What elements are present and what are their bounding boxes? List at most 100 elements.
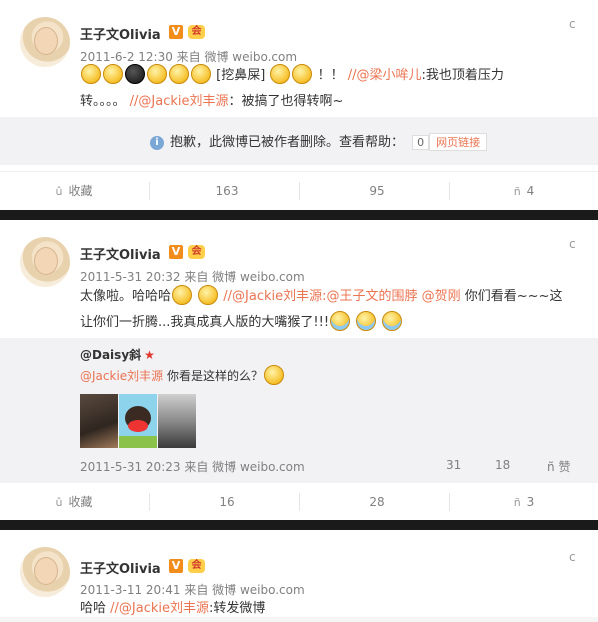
repost-stat-label: 赞 [558, 460, 571, 474]
comment-button[interactable]: 28 [300, 483, 448, 521]
deleted-notice: i 抱歉，此微博已被作者删除。查看帮助： 0 网页链接 [0, 117, 598, 165]
photo-thumbnail-2[interactable] [119, 394, 157, 448]
post-text-segment: ：被搞了也得转啊~ [228, 94, 344, 109]
emoticon-icon [198, 285, 219, 305]
emoticon-text: [挖鼻屎] [216, 68, 266, 83]
help-count: 0 [412, 135, 430, 150]
repost-meta[interactable]: 2011-5-31 20:23 来自 微博 weibo.com [80, 458, 305, 475]
avatar[interactable] [20, 547, 70, 597]
repost-user[interactable]: @Daisy斜 ★ [80, 346, 155, 363]
post-text: [挖鼻屎] ！！ //@梁小哞儿:我也顶着压力 转。。。。 //@Jackie刘… [80, 63, 580, 115]
chevron-down-icon[interactable]: c [569, 550, 576, 564]
avatar-face [34, 27, 58, 55]
post-text-segment: 让你们一折腾...我真成真人版的大嘴猴了!!! [80, 315, 330, 330]
emoticon-icon [264, 365, 284, 385]
post-text-segment: :我也顶着压力 [421, 68, 504, 83]
favorite-button[interactable]: û 收藏 [0, 172, 148, 210]
post-text-line-1: [挖鼻屎] ！！ //@梁小哞儿:我也顶着压力 [80, 63, 580, 89]
photo-thumbnail-1[interactable] [80, 394, 118, 448]
photo-thumbnail-3[interactable] [158, 394, 196, 448]
repost-user-name[interactable]: @Daisy斜 [80, 348, 141, 362]
repost-count: 163 [215, 184, 239, 198]
post-text-segment: 转。。。。 [80, 94, 130, 109]
avatar[interactable] [20, 237, 70, 287]
avatar[interactable] [20, 17, 70, 67]
comment-button[interactable]: 95 [300, 172, 448, 210]
user-name[interactable]: 王子文Olivia [80, 558, 161, 577]
favorite-icon: û [55, 496, 63, 509]
mention-link[interactable]: @Jackie刘丰源 [80, 369, 163, 383]
mention-link[interactable]: //@Jackie刘丰源:@王子文的围脖 @贺刚 [223, 289, 460, 304]
repost-text-segment: 你看是这样的么？ [163, 369, 263, 383]
mention-link[interactable]: //@Jackie刘丰源 [130, 94, 229, 109]
post-separator [0, 520, 598, 530]
chevron-down-icon[interactable]: c [569, 237, 576, 251]
star-icon: ★ [144, 348, 155, 362]
post-separator [0, 210, 598, 220]
repost-button[interactable]: 163 [150, 172, 298, 210]
repost-count: 16 [219, 495, 235, 509]
post-text-segment: :转发微博 [209, 601, 266, 616]
thumb-grass [119, 436, 157, 448]
emoticon-icon [103, 64, 123, 84]
web-link-button[interactable]: 网页链接 [429, 133, 488, 151]
repost-text: @Jackie刘丰源 你看是这样的么？ [80, 365, 285, 387]
action-bar: û 收藏 16 28 ñ3 [0, 482, 598, 521]
user-name[interactable]: 王子文Olivia [80, 24, 161, 43]
post-text-segment: 哈哈 [80, 601, 111, 616]
verified-icon: V [169, 245, 183, 259]
crying-emoticon-icon [382, 311, 403, 331]
emoticon-icon [81, 64, 101, 84]
reposted-content: @Daisy斜 ★ @Jackie刘丰源 你看是这样的么？ 2011-5-31 2… [0, 338, 598, 483]
weibo-post-1: 王子文Olivia V 会 c 2011-6-2 12:30 来自 微博 wei… [0, 0, 598, 210]
emoticon-icon [191, 64, 211, 84]
member-crown-icon[interactable]: 会 [188, 25, 205, 39]
favorite-icon: û [55, 185, 63, 198]
favorite-label: 收藏 [68, 495, 93, 509]
comment-count: 28 [369, 495, 385, 509]
crying-emoticon-icon [356, 311, 377, 331]
repost-stat-label: 18 [495, 458, 511, 472]
emoticon-icon [169, 64, 189, 84]
like-button[interactable]: ñ4 [450, 172, 598, 210]
like-button[interactable]: ñ3 [450, 483, 598, 521]
like-icon: ñ [513, 185, 521, 198]
post-text: 太像啦。哈哈哈 //@Jackie刘丰源:@王子文的围脖 @贺刚 你们看看~~~… [80, 284, 580, 336]
weibo-post-3: 王子文Olivia V 会 c 2011-3-11 20:41 来自 微博 we… [0, 530, 598, 617]
comment-count: 95 [369, 184, 385, 198]
post-meta[interactable]: 2011-5-31 20:32 来自 微博 weibo.com [80, 268, 305, 285]
post-text-line-2: 转。。。。 //@Jackie刘丰源：被搞了也得转啊~ [80, 89, 580, 115]
like-icon: ñ [513, 496, 521, 509]
post-text-line-2: 让你们一折腾...我真成真人版的大嘴猴了!!! [80, 310, 580, 336]
verified-icon: V [169, 559, 183, 573]
emoticon-icon [270, 64, 291, 84]
avatar-face [34, 247, 58, 275]
post-text-segment: 你们看看~~~这 [460, 289, 563, 304]
member-crown-icon[interactable]: 会 [188, 245, 205, 259]
member-crown-icon[interactable]: 会 [188, 559, 205, 573]
deleted-text: 抱歉，此微博已被作者删除。查看帮助： [170, 135, 405, 150]
repost-repost-count[interactable]: 31 [446, 458, 461, 472]
mention-link[interactable]: //@Jackie刘丰源 [110, 601, 209, 616]
avatar-face [34, 557, 58, 585]
repost-comment-count[interactable]: 18 [495, 458, 510, 472]
emoticon-icon [125, 64, 145, 84]
info-icon: i [150, 136, 164, 150]
favorite-button[interactable]: û 收藏 [0, 483, 148, 521]
emoticon-icon [292, 64, 313, 84]
user-name[interactable]: 王子文Olivia [80, 244, 161, 263]
exclaim-text: ！！ [317, 68, 344, 83]
repost-like-count[interactable]: ñ 赞 [547, 458, 570, 475]
chevron-down-icon[interactable]: c [569, 17, 576, 31]
repost-stat-label: 31 [446, 458, 462, 472]
like-count: 4 [526, 184, 535, 198]
verified-icon: V [169, 25, 183, 39]
deleted-message: i 抱歉，此微博已被作者删除。查看帮助： 0 网页链接 [150, 131, 488, 151]
emoticon-icon [147, 64, 167, 84]
like-icon: ñ [547, 460, 555, 474]
repost-button[interactable]: 16 [150, 483, 298, 521]
post-text: 哈哈 //@Jackie刘丰源:转发微博 [80, 596, 580, 622]
favorite-label: 收藏 [68, 184, 93, 198]
action-bar: û 收藏 163 95 ñ4 [0, 171, 598, 210]
mention-link[interactable]: //@梁小哞儿 [348, 68, 422, 83]
